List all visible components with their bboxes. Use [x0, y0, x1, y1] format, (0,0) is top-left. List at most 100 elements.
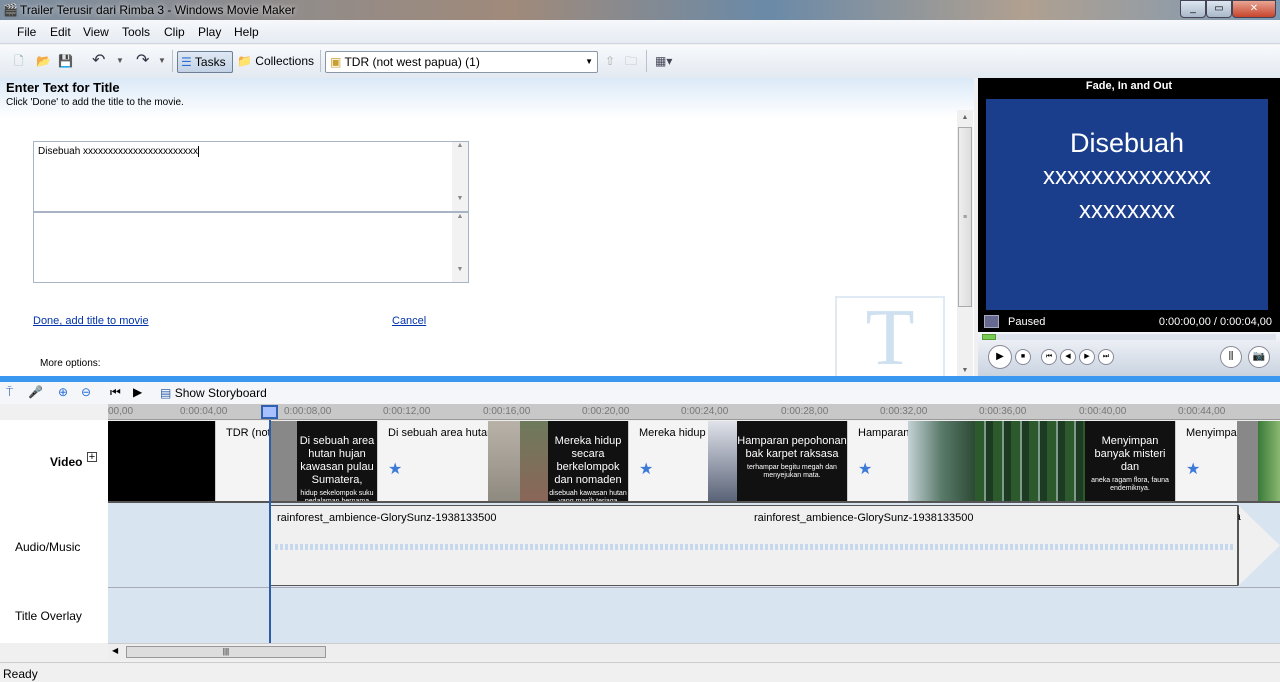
preview-status: Paused [1008, 316, 1046, 328]
transition[interactable] [270, 421, 297, 501]
snapshot-button[interactable]: 📷 [1248, 346, 1270, 368]
menu-play[interactable]: Play [198, 25, 221, 39]
second-text-input[interactable]: ▲ ▼ [33, 212, 469, 283]
redo-icon[interactable]: ↷ [136, 51, 149, 73]
video-clip-photo[interactable] [1258, 421, 1280, 501]
storyboard-icon: ▤ [160, 386, 172, 400]
divider [320, 50, 321, 72]
done-link[interactable]: Done, add title to movie [33, 315, 149, 327]
next-end-button[interactable]: ⏭ [1098, 349, 1114, 365]
audio-clip-title: rainforest_ambience-GlorySunz-1938133500 [277, 512, 497, 524]
ruler-tick: 00,00 [108, 406, 134, 417]
title-clip[interactable]: Di sebuah area hutan huj... ★ [377, 421, 488, 501]
menu-clip[interactable]: Clip [164, 25, 185, 39]
scroll-left-icon[interactable]: ◀ [112, 646, 118, 655]
timeline-horizontal-scrollbar[interactable]: ◀ ||| [108, 643, 1280, 660]
expand-video-button[interactable]: + [87, 452, 97, 463]
title-clip[interactable]: Menyimpan ba... ★ [1175, 421, 1237, 501]
collections-button[interactable]: 📁 Collections [237, 51, 314, 73]
title-text-input[interactable]: Disebuah xxxxxxxxxxxxxxxxxxxxxxx ▲ ▼ [33, 141, 469, 212]
show-storyboard-button[interactable]: ▤ Show Storyboard [160, 386, 267, 400]
video-clip-black[interactable] [108, 421, 215, 501]
maximize-button[interactable]: ▭ [1206, 0, 1232, 18]
video-clip-photo[interactable] [975, 421, 1085, 501]
collection-dropdown[interactable]: ▣ TDR (not west papua) (1) ▼ [325, 51, 598, 73]
playhead-line [269, 420, 271, 643]
undo-dropdown-icon[interactable]: ▼ [116, 51, 124, 73]
more-options-label: More options: [40, 358, 101, 369]
video-clip-photo[interactable] [908, 421, 975, 501]
window-title: Trailer Terusir dari Rimba 3 - Windows M… [20, 3, 296, 17]
narrate-timeline-icon[interactable]: 🎤 [28, 385, 43, 399]
video-clip-photo[interactable] [488, 421, 520, 501]
tasks-button[interactable]: ☰ Tasks [177, 51, 233, 73]
open-project-icon[interactable]: 📂 [36, 51, 51, 73]
video-clip-photo[interactable] [520, 421, 548, 501]
effect-star-icon: ★ [639, 461, 654, 478]
title-overlay-track-label: Title Overlay [0, 587, 108, 643]
rewind-timeline-icon[interactable]: ⏮ [110, 385, 121, 400]
play-timeline-icon[interactable]: ▶ [133, 385, 142, 399]
scrollbar[interactable]: ▲ ▼ [452, 142, 468, 211]
task-pane-scrollbar[interactable]: ▲ ≡ ▼ [957, 110, 973, 376]
undo-icon[interactable]: ↶ [92, 51, 105, 73]
ruler-tick: 0:00:28,00 [781, 406, 829, 417]
menu-tools[interactable]: Tools [122, 25, 150, 39]
audio-label: Audio/Music [15, 540, 81, 554]
app-icon: 🎬 [3, 3, 18, 17]
divider [646, 50, 647, 72]
menu-help[interactable]: Help [234, 25, 259, 39]
previous-frame-start-button[interactable]: ⏮ [1041, 349, 1057, 365]
new-project-icon[interactable]: 🗋 [14, 51, 24, 73]
stop-button[interactable]: ■ [1015, 349, 1031, 365]
audio-waveform [275, 544, 1233, 550]
clip-text: Di sebuah area hutan hujan kawasan pulau… [299, 435, 375, 486]
set-audio-levels-icon[interactable]: ⍑ [6, 385, 13, 400]
collection-icon: ▣ [330, 55, 342, 69]
clip-title: Hamparan pe... [858, 427, 908, 439]
zoom-out-icon[interactable]: ⊖ [81, 385, 91, 399]
preview-status-icon [984, 315, 999, 328]
tasks-label: Tasks [194, 55, 226, 69]
minimize-button[interactable]: _ [1180, 0, 1206, 18]
save-project-icon[interactable]: 💾 [58, 51, 73, 73]
status-bar: Ready [0, 662, 1280, 682]
zoom-in-icon[interactable]: ⊕ [58, 385, 68, 399]
playhead-handle[interactable] [261, 405, 278, 419]
play-button[interactable]: ▶ [988, 345, 1012, 369]
split-clip-button[interactable]: ⫼ [1220, 346, 1242, 368]
title-clip[interactable]: Mereka hidup sec... ★ [628, 421, 708, 501]
new-folder-icon[interactable]: 🗀 [625, 51, 637, 73]
title-frame-clip[interactable]: Hamparan pepohonan bak karpet raksasa ter… [737, 421, 847, 501]
menu-view[interactable]: View [83, 25, 109, 39]
title-clip[interactable]: Hamparan pe... ★ [847, 421, 908, 501]
title-text-value: Disebuah xxxxxxxxxxxxxxxxxxxxxxx [38, 146, 199, 157]
title-frame-clip[interactable]: Menyimpan banyak misteri dan aneka ragam … [1085, 421, 1175, 501]
views-icon[interactable]: ▦▾ [655, 51, 672, 73]
scrollbar-thumb[interactable]: ||| [126, 646, 326, 658]
redo-dropdown-icon[interactable]: ▼ [158, 51, 166, 73]
scrollbar[interactable]: ▲ ▼ [452, 213, 468, 282]
up-level-icon[interactable]: ⇧ [605, 51, 615, 73]
seek-bar[interactable] [982, 334, 1276, 340]
title-frame-clip[interactable]: Di sebuah area hutan hujan kawasan pulau… [297, 421, 377, 501]
menu-file[interactable]: File [17, 25, 36, 39]
audio-clip[interactable]: rainforest_ambience-GlorySunz-1938133500… [270, 505, 1238, 586]
timeline-ruler[interactable]: 00,00 0:00:04,00 0:00:08,00 0:00:12,00 0… [108, 404, 1280, 420]
title-overlay-label: Title Overlay [15, 609, 82, 623]
transition[interactable] [1237, 421, 1258, 501]
cancel-link[interactable]: Cancel [392, 315, 426, 327]
ruler-tick: 0:00:20,00 [582, 406, 630, 417]
menu-edit[interactable]: Edit [50, 25, 71, 39]
title-frame-clip[interactable]: Mereka hidup secara berkelompok dan noma… [548, 421, 628, 501]
ruler-tick: 0:00:32,00 [880, 406, 928, 417]
clip-title: Di sebuah area hutan huj... [388, 427, 488, 439]
rewind-button[interactable]: ◀ [1060, 349, 1076, 365]
title-clip[interactable]: TDR (not w... [215, 421, 270, 501]
video-clip-photo[interactable] [708, 421, 737, 501]
effect-star-icon: ★ [858, 461, 873, 478]
forward-button[interactable]: ▶ [1079, 349, 1095, 365]
preview-line: xxxxxxxxxxxxxx [1043, 163, 1211, 190]
close-button[interactable]: ✕ [1232, 0, 1276, 18]
effect-star-icon: ★ [1186, 461, 1201, 478]
